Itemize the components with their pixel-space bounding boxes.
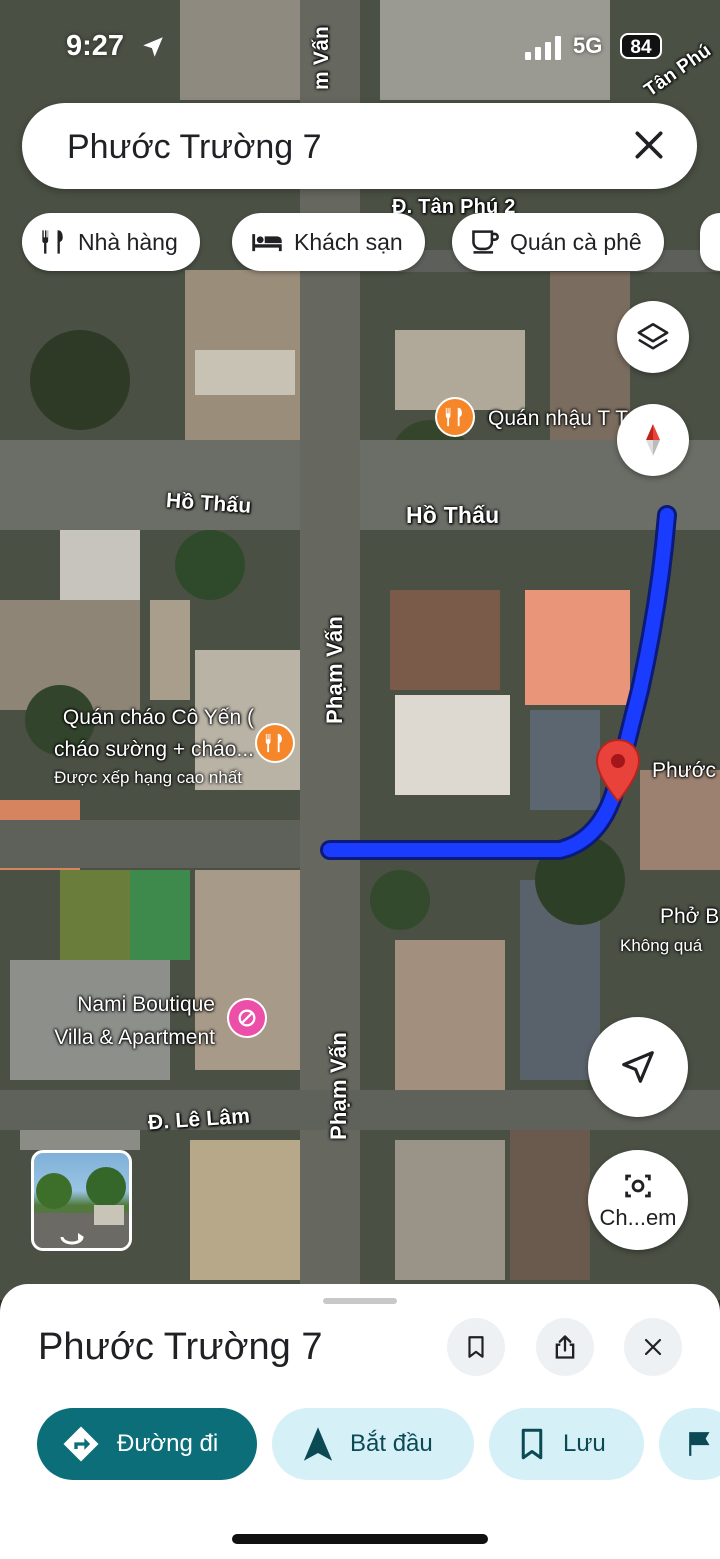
hotel-icon <box>252 234 282 252</box>
poi-name-line2[interactable]: cháo sường + cháo... <box>54 735 254 765</box>
bookmark-icon <box>521 1428 543 1460</box>
compass-icon <box>646 424 660 456</box>
restaurant-icon <box>42 230 63 254</box>
chip-label: Quán cà phê <box>510 228 642 255</box>
poi-name[interactable]: Quán cháo Cô Yến ( <box>63 703 254 733</box>
network-type: 5G <box>573 33 603 58</box>
flag-icon <box>689 1432 710 1456</box>
lens-button[interactable]: Ch...em <box>588 1150 688 1250</box>
directions-label: Đường đi <box>117 1430 219 1457</box>
place-sheet: Phước Trường 7 Đường đi Bắt đầu Lưu <box>0 1284 720 1559</box>
layers-icon <box>637 322 669 350</box>
my-location-button[interactable] <box>588 1017 688 1117</box>
close-icon <box>644 1338 662 1356</box>
map-view[interactable]: m Vấn Tân Phú Đ. Tân Phú 2 Hồ Thấu Hồ Th… <box>0 0 720 1300</box>
restaurant-icon <box>265 733 282 753</box>
navigation-icon <box>303 1427 333 1461</box>
chip-label: Nhà hàng <box>78 228 178 255</box>
chip-hotels[interactable]: Khách sạn <box>232 213 425 271</box>
more-action-button[interactable] <box>659 1408 720 1480</box>
poi-name-line2[interactable]: Villa & Apartment <box>54 1023 215 1053</box>
poi-name[interactable]: Phở B <box>660 902 719 932</box>
layers-button[interactable] <box>617 301 689 373</box>
poi-restaurant-marker[interactable] <box>435 397 475 437</box>
status-time: 9:27 <box>66 30 125 62</box>
save-button[interactable] <box>447 1318 505 1376</box>
chip-label: Khách sạn <box>294 228 403 255</box>
signal-icon <box>525 36 561 60</box>
home-indicator <box>232 1534 488 1544</box>
save-label: Lưu <box>563 1430 606 1457</box>
street-view-thumbnail[interactable] <box>31 1150 132 1251</box>
street-label: Hồ Thấu <box>406 502 500 528</box>
sheet-drag-handle[interactable] <box>323 1298 397 1304</box>
hotel-icon <box>238 1009 256 1027</box>
share-button[interactable] <box>536 1318 594 1376</box>
directions-button[interactable]: Đường đi <box>37 1408 257 1480</box>
poi-name[interactable]: Nami Boutique <box>77 990 215 1020</box>
navigation-arrow-icon <box>622 1051 654 1083</box>
bookmark-icon <box>468 1336 484 1358</box>
street-view-image <box>34 1167 129 1248</box>
poi-restaurant-marker[interactable] <box>255 723 295 763</box>
chip-restaurants[interactable]: Nhà hàng <box>22 213 200 271</box>
lens-label: Ch...em <box>599 1205 677 1230</box>
destination-label: Phước <box>652 759 717 782</box>
search-input[interactable]: Phước Trường 7 <box>67 128 322 167</box>
close-sheet-button[interactable] <box>624 1318 682 1376</box>
status-bar: 9:27 5G 84 <box>0 0 720 96</box>
destination-pin-icon[interactable] <box>594 738 642 804</box>
poi-subtitle: Được xếp hạng cao nhất <box>54 768 242 787</box>
place-title: Phước Trường 7 <box>38 1326 323 1368</box>
street-label: Phạm Vấn <box>326 1032 351 1140</box>
camera-lens-icon <box>625 1174 651 1198</box>
battery-indicator: 84 <box>620 33 662 59</box>
location-arrow-icon <box>143 37 163 57</box>
restaurant-icon <box>445 407 462 427</box>
search-bar[interactable]: Phước Trường 7 <box>22 103 697 189</box>
coffee-icon <box>472 230 499 254</box>
poi-subtitle: Không quá <box>620 936 703 955</box>
poi-hotel-marker[interactable] <box>227 998 267 1038</box>
directions-icon <box>63 1426 99 1462</box>
start-button[interactable]: Bắt đầu <box>272 1408 474 1480</box>
close-icon[interactable] <box>629 125 669 165</box>
start-label: Bắt đầu <box>350 1430 433 1457</box>
street-label: Phạm Vấn <box>322 616 347 724</box>
compass-button[interactable] <box>617 404 689 476</box>
chip-coffee[interactable]: Quán cà phê <box>452 213 664 271</box>
share-icon <box>555 1335 575 1359</box>
chip-more[interactable] <box>700 213 720 271</box>
save-action-button[interactable]: Lưu <box>489 1408 644 1480</box>
